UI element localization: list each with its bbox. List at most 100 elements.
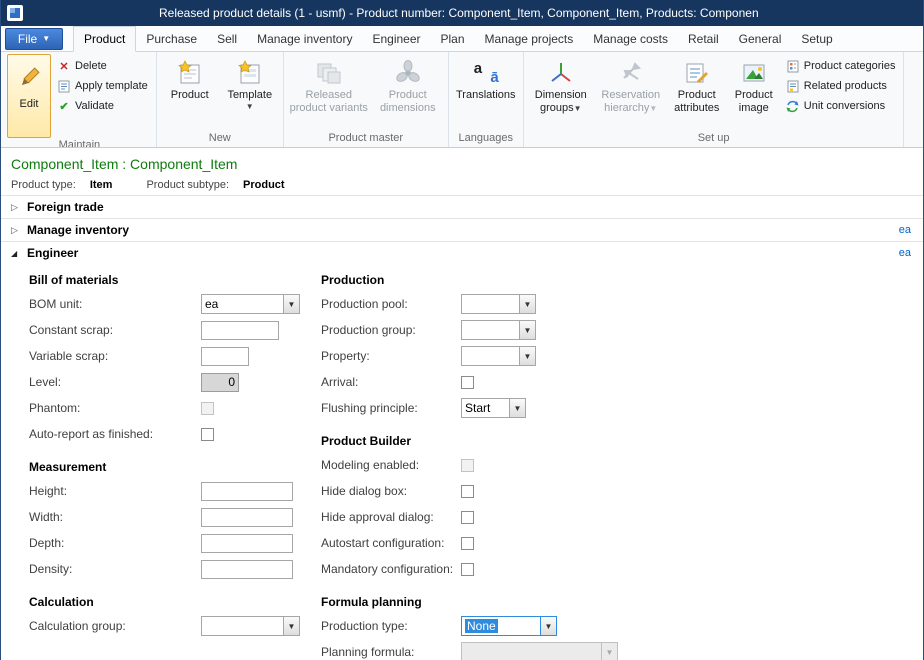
hide-dialog-box-checkbox[interactable] <box>461 485 474 498</box>
related-products-button[interactable]: Related products <box>782 76 900 96</box>
translations-label: Translations <box>456 89 516 102</box>
section-title-engineer: Engineer <box>27 246 78 260</box>
delete-button[interactable]: ✕ Delete <box>53 56 152 76</box>
categories-icon <box>786 59 800 73</box>
field-planning-formula: Planning formula: ▼ <box>321 639 618 660</box>
field-level: Level: <box>29 369 321 395</box>
translations-button[interactable]: aā Translations <box>453 54 519 128</box>
tab-manage-costs[interactable]: Manage costs <box>583 27 678 51</box>
section-engineer[interactable]: ◢ Engineer ea <box>1 241 923 264</box>
hide-approval-dialog-checkbox[interactable] <box>461 511 474 524</box>
ribbon-group-languages: aā Translations Languages <box>449 52 524 147</box>
field-variable-scrap: Variable scrap: <box>29 343 321 369</box>
tab-setup[interactable]: Setup <box>791 27 842 51</box>
validate-button[interactable]: ✔ Validate <box>53 96 152 116</box>
ribbon-group-maintain: Edit ✕ Delete Apply template ✔ <box>3 52 157 147</box>
flushing-principle-combobox[interactable]: Start ▼ <box>461 398 526 418</box>
calculation-group-value <box>201 616 283 636</box>
production-group-label: Production group: <box>321 323 461 337</box>
depth-input[interactable] <box>201 534 293 553</box>
variable-scrap-input[interactable] <box>201 347 249 366</box>
field-autostart-configuration: Autostart configuration: <box>321 530 618 556</box>
dropdown-arrow-icon[interactable]: ▼ <box>283 294 300 314</box>
file-menu-button[interactable]: File ▼ <box>5 28 63 50</box>
heading-product-builder: Product Builder <box>321 434 618 448</box>
unit-conversions-button[interactable]: Unit conversions <box>782 96 900 116</box>
constant-scrap-input[interactable] <box>201 321 279 340</box>
window-title: Released product details (1 - usmf) - Pr… <box>29 6 917 20</box>
edit-button[interactable]: Edit <box>7 54 51 138</box>
production-pool-label: Production pool: <box>321 297 461 311</box>
product-image-button[interactable]: Product image <box>728 54 780 128</box>
height-input[interactable] <box>201 482 293 501</box>
new-template-button[interactable]: Template ▼ <box>221 54 279 128</box>
auto-report-checkbox[interactable] <box>201 428 214 441</box>
pencil-icon <box>16 58 42 98</box>
field-constant-scrap: Constant scrap: <box>29 317 321 343</box>
heading-bill-of-materials: Bill of materials <box>29 273 321 287</box>
dropdown-arrow-icon[interactable]: ▼ <box>519 346 536 366</box>
modeling-enabled-label: Modeling enabled: <box>321 458 461 472</box>
product-type-value: Item <box>90 179 113 191</box>
planning-formula-label: Planning formula: <box>321 645 461 659</box>
new-product-button[interactable]: Product <box>161 54 219 128</box>
apply-template-button[interactable]: Apply template <box>53 76 152 96</box>
field-property: Property: ▼ <box>321 343 618 369</box>
tab-product[interactable]: Product <box>73 26 136 52</box>
ribbon: Edit ✕ Delete Apply template ✔ <box>1 52 923 148</box>
density-input[interactable] <box>201 560 293 579</box>
arrival-checkbox[interactable] <box>461 376 474 389</box>
product-dimensions-button: Product dimensions <box>372 54 444 128</box>
tab-sell[interactable]: Sell <box>207 27 247 51</box>
calculation-group-label: Calculation group: <box>29 619 201 633</box>
manage-inventory-unit-link[interactable]: ea <box>899 224 911 236</box>
dropdown-arrow-icon[interactable]: ▼ <box>519 320 536 340</box>
dropdown-arrow-icon[interactable]: ▼ <box>519 294 536 314</box>
tab-engineer[interactable]: Engineer <box>362 27 430 51</box>
product-categories-button[interactable]: Product categories <box>782 56 900 76</box>
width-input[interactable] <box>201 508 293 527</box>
tab-general[interactable]: General <box>729 27 792 51</box>
product-attributes-label: Product attributes <box>669 89 725 114</box>
released-product-details-window: Released product details (1 - usmf) - Pr… <box>0 0 924 660</box>
product-attributes-button[interactable]: Product attributes <box>668 54 726 128</box>
dropdown-arrow-icon[interactable]: ▼ <box>540 616 557 636</box>
field-production-pool: Production pool: ▼ <box>321 291 618 317</box>
mandatory-configuration-checkbox[interactable] <box>461 563 474 576</box>
tab-purchase[interactable]: Purchase <box>136 27 207 51</box>
section-manage-inventory[interactable]: ▷ Manage inventory ea <box>1 218 923 241</box>
section-title-manage-inventory: Manage inventory <box>27 223 129 237</box>
production-pool-combobox[interactable]: ▼ <box>461 294 536 314</box>
chevron-down-icon: ▼ <box>246 102 254 111</box>
product-type-label: Product type: <box>11 179 76 191</box>
engineer-section-body: Bill of materials BOM unit: ea ▼ Constan… <box>1 264 923 660</box>
bom-unit-label: BOM unit: <box>29 297 201 311</box>
field-arrival: Arrival: <box>321 369 618 395</box>
tab-retail[interactable]: Retail <box>678 27 729 51</box>
conversion-arrows-icon <box>786 99 800 113</box>
calculation-group-combobox[interactable]: ▼ <box>201 616 300 636</box>
released-product-variants-button: Released product variants <box>288 54 370 128</box>
section-foreign-trade[interactable]: ▷ Foreign trade <box>1 195 923 218</box>
unit-conversions-label: Unit conversions <box>804 100 885 112</box>
autostart-configuration-checkbox[interactable] <box>461 537 474 550</box>
bom-unit-combobox[interactable]: ea ▼ <box>201 294 300 314</box>
ribbon-group-new: Product Template ▼ New <box>157 52 284 147</box>
engineer-unit-link[interactable]: ea <box>899 247 911 259</box>
production-type-combobox[interactable]: None ▼ <box>461 616 557 636</box>
template-sheet-icon <box>57 79 71 93</box>
record-header: Component_Item : Component_Item Product … <box>1 148 923 195</box>
group-caption-new: New <box>161 131 279 147</box>
tab-manage-projects[interactable]: Manage projects <box>475 27 584 51</box>
property-combobox[interactable]: ▼ <box>461 346 536 366</box>
heading-calculation: Calculation <box>29 595 321 609</box>
dropdown-arrow-icon[interactable]: ▼ <box>283 616 300 636</box>
property-label: Property: <box>321 349 461 363</box>
chevron-down-icon: ▼ <box>42 35 50 43</box>
bom-unit-value: ea <box>201 294 283 314</box>
production-group-combobox[interactable]: ▼ <box>461 320 536 340</box>
tab-manage-inventory[interactable]: Manage inventory <box>247 27 362 51</box>
dimension-groups-button[interactable]: Dimension groups▼ <box>528 54 594 128</box>
dropdown-arrow-icon[interactable]: ▼ <box>509 398 526 418</box>
tab-plan[interactable]: Plan <box>431 27 475 51</box>
